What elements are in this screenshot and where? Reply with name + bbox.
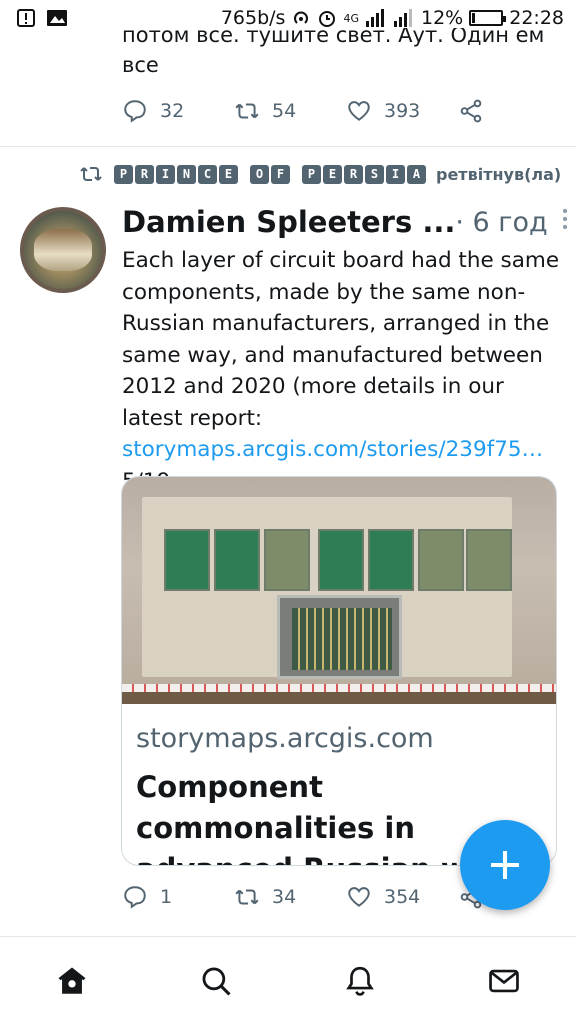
- retweet-context[interactable]: PRINCEOFPERSIA ретвітнув(ла): [78, 162, 561, 186]
- tweet-text-main: Each layer of circuit board had the same…: [122, 248, 560, 431]
- retweeter-letter: P: [302, 164, 321, 184]
- previous-tweet-actions: 32 54 393: [122, 98, 570, 124]
- network-speed: 765b/s: [220, 7, 286, 29]
- link-card[interactable]: storymaps.arcgis.com Component commonali…: [121, 476, 557, 866]
- signal-2-icon: [393, 9, 415, 27]
- more-options-icon[interactable]: [562, 208, 568, 236]
- retweeter-letter: O: [250, 164, 269, 184]
- reply-icon: [124, 886, 146, 909]
- plus-icon: [491, 851, 519, 879]
- like-button[interactable]: 393: [346, 98, 458, 124]
- retweeter-space: [240, 165, 248, 184]
- retweeter-letter: I: [386, 164, 405, 184]
- retweeter-letter: C: [198, 164, 217, 184]
- retweeter-letter: R: [344, 164, 363, 184]
- nav-messages[interactable]: [474, 951, 534, 1011]
- tweet-link[interactable]: storymaps.arcgis.com/stories/239f75…: [122, 437, 543, 462]
- retweet-icon: [235, 889, 259, 905]
- heart-icon: [348, 101, 370, 121]
- network-type: 4G: [343, 11, 359, 25]
- retweeter-letter: I: [156, 164, 175, 184]
- nav-notifications[interactable]: [330, 951, 390, 1011]
- retweeter-letter: S: [365, 164, 384, 184]
- battery-percent: 12%: [421, 7, 464, 29]
- previous-tweet-cut-line: потом все. тушите свет. Аут. Один ем: [122, 28, 545, 47]
- retweet-count: 34: [272, 886, 297, 908]
- heart-icon: [348, 887, 370, 907]
- retweet-button[interactable]: 54: [234, 98, 346, 124]
- author-name[interactable]: Damien Spleeters ...: [122, 205, 455, 239]
- reply-button[interactable]: 32: [122, 98, 234, 124]
- image-icon: [46, 8, 68, 28]
- retweeter-letter: N: [177, 164, 196, 184]
- home-icon: [58, 967, 86, 994]
- retweet-context-icon: [80, 167, 102, 181]
- retweeter-space: [292, 165, 300, 184]
- retweet-label: ретвітнув(ла): [436, 164, 562, 184]
- avatar[interactable]: [20, 207, 106, 293]
- previous-tweet-line: все: [122, 53, 159, 77]
- reply-count: 32: [160, 100, 185, 122]
- retweeter-letter: E: [219, 164, 238, 184]
- like-button[interactable]: 354: [346, 884, 458, 910]
- reply-count: 1: [160, 886, 173, 908]
- alarm-icon: [317, 8, 337, 28]
- retweet-count: 54: [272, 100, 297, 122]
- battery-icon: [469, 10, 507, 26]
- tweet-header: Damien Spleeters ... · 6 год: [122, 202, 567, 242]
- share-icon: [460, 99, 482, 123]
- messages-icon: [489, 969, 519, 992]
- compose-button[interactable]: [460, 820, 550, 910]
- retweeter-letter: A: [407, 164, 426, 184]
- nav-home[interactable]: [42, 951, 102, 1011]
- tweet-text: Each layer of circuit board had the same…: [122, 245, 562, 497]
- previous-tweet-text: потом все. тушите свет. Аут. Один ем все: [122, 28, 562, 80]
- signal-icon: [365, 9, 387, 27]
- reply-button[interactable]: 1: [122, 884, 234, 910]
- card-domain: storymaps.arcgis.com: [136, 723, 434, 754]
- share-button[interactable]: [458, 98, 570, 124]
- like-count: 393: [384, 100, 421, 122]
- retweeter-name: PRINCEOFPERSIA: [114, 164, 426, 184]
- hotspot-icon: [291, 8, 311, 28]
- retweeter-letter: E: [323, 164, 342, 184]
- tweet-time: · 6 год: [455, 206, 548, 238]
- like-count: 354: [384, 886, 421, 908]
- nav-search[interactable]: [186, 951, 246, 1011]
- reply-icon: [124, 100, 146, 123]
- retweet-button[interactable]: 34: [234, 884, 346, 910]
- card-image: [122, 477, 556, 704]
- tweet-divider: [0, 146, 576, 147]
- retweet-icon: [235, 103, 259, 119]
- notifications-icon: [346, 966, 374, 996]
- clock: 22:28: [509, 7, 564, 29]
- search-icon: [202, 967, 231, 996]
- bottom-navigation: [0, 936, 576, 1024]
- retweeter-letter: P: [114, 164, 133, 184]
- retweeter-letter: F: [271, 164, 290, 184]
- retweeter-letter: R: [135, 164, 154, 184]
- alert-icon: [16, 8, 36, 28]
